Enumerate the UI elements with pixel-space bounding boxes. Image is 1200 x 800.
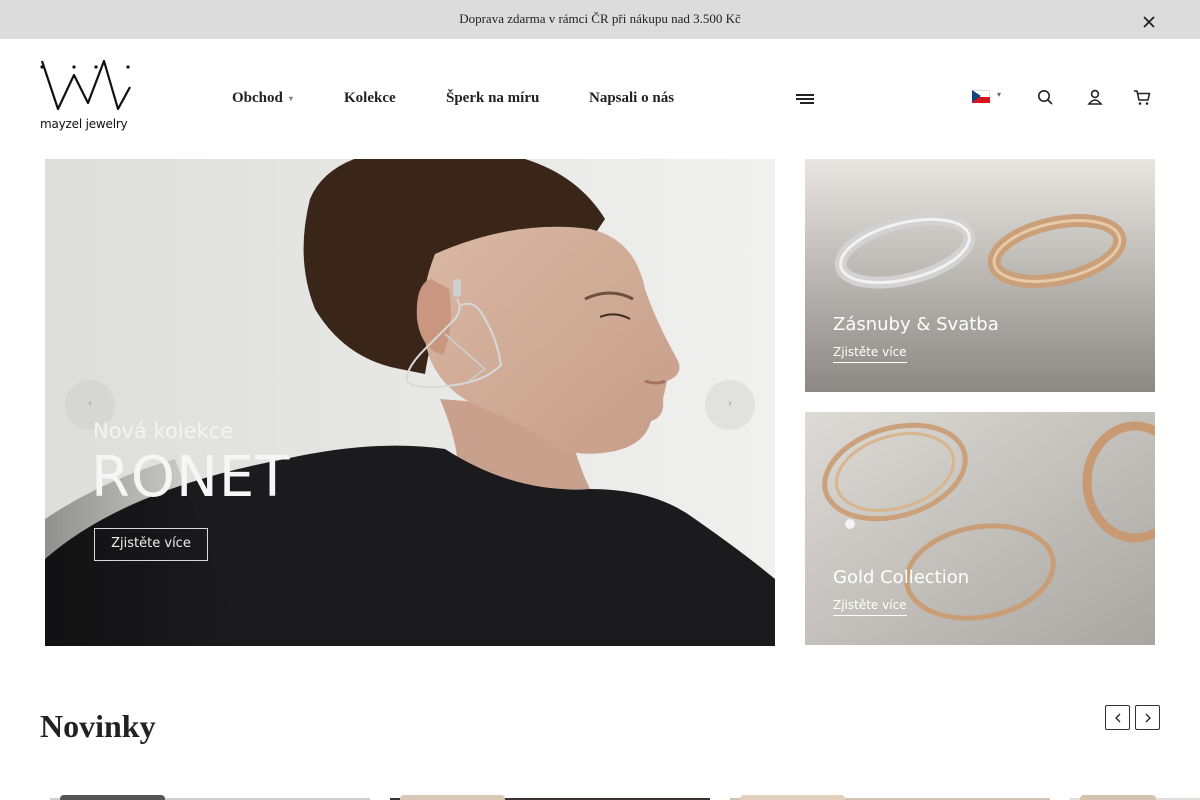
- nav-item-obchod[interactable]: Obchod ▾: [232, 90, 293, 107]
- nav-item-sperk-na-miru[interactable]: Šperk na míru: [446, 90, 539, 107]
- chevron-right-icon: [1145, 713, 1151, 723]
- hero-subtitle: Nová kolekce: [93, 419, 234, 443]
- logo-mark-icon: [40, 59, 131, 111]
- promo-card-title: Gold Collection: [833, 567, 970, 588]
- section-title-novinky: Novinky: [40, 708, 156, 744]
- novinky-prev-button[interactable]: [1105, 705, 1130, 730]
- chevron-left-icon: [1115, 713, 1121, 723]
- site-header: mayzel jewelry Obchod ▾ Kolekce Šperk na …: [0, 39, 1200, 159]
- product-card[interactable]: [1070, 795, 1200, 800]
- promo-card-gold[interactable]: Gold Collection Zjistěte více: [805, 412, 1155, 645]
- announcement-bar: Doprava zdarma v rámci ČR při nákupu nad…: [0, 0, 1200, 39]
- product-card[interactable]: [390, 795, 710, 800]
- hero-banner[interactable]: ‹ › Nová kolekce RONET Zjistěte více: [45, 159, 775, 646]
- hero-photo: [45, 159, 775, 646]
- promo-card-engagement[interactable]: Zásnuby & Svatba Zjistěte více: [805, 159, 1155, 392]
- search-icon[interactable]: [1036, 88, 1054, 106]
- logo[interactable]: mayzel jewelry: [40, 59, 132, 137]
- logo-text: mayzel jewelry: [40, 117, 128, 131]
- nav-item-napsali-o-nas[interactable]: Napsali o nás: [589, 90, 674, 107]
- nav-item-kolekce[interactable]: Kolekce: [344, 90, 396, 107]
- hero-title: RONET: [91, 445, 291, 510]
- promo-card-title: Zásnuby & Svatba: [833, 314, 999, 335]
- menu-icon[interactable]: [796, 94, 814, 106]
- flag-cz-icon[interactable]: [972, 90, 990, 103]
- announcement-text: Doprava zdarma v rámci ČR při nákupu nad…: [459, 11, 741, 26]
- cart-icon[interactable]: [1133, 88, 1151, 106]
- close-icon[interactable]: [1140, 13, 1158, 31]
- hero-cta-button[interactable]: Zjistěte více: [94, 528, 208, 561]
- user-icon[interactable]: [1086, 88, 1104, 106]
- promo-card-link[interactable]: Zjistěte více: [833, 345, 907, 363]
- hero-next-button[interactable]: ›: [705, 380, 755, 430]
- nav-label: Obchod: [232, 90, 283, 106]
- chevron-right-icon: ›: [728, 395, 732, 409]
- product-card[interactable]: [730, 795, 1050, 800]
- chevron-down-icon: ▾: [288, 94, 293, 104]
- language-caret-icon[interactable]: ▾: [997, 90, 1001, 99]
- chevron-left-icon: ‹: [88, 395, 92, 409]
- product-card[interactable]: [50, 795, 370, 800]
- promo-card-link[interactable]: Zjistěte více: [833, 598, 907, 616]
- novinky-next-button[interactable]: [1135, 705, 1160, 730]
